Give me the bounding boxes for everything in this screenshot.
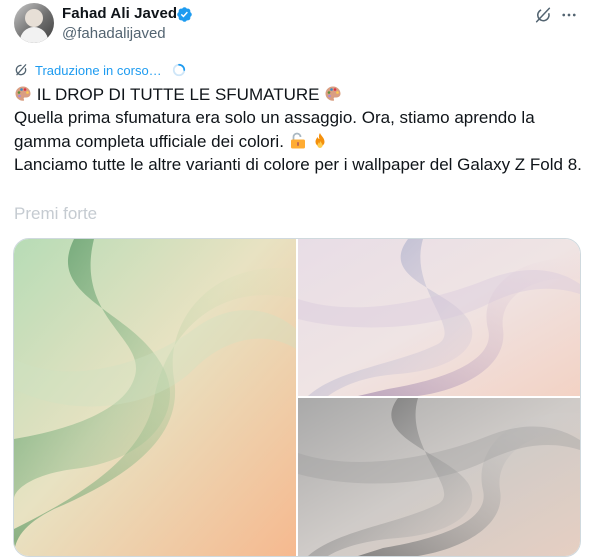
tweet-paragraph-3: Lanciamo tutte le altre varianti di colo… <box>14 155 582 175</box>
media-grid <box>13 238 581 557</box>
translation-label[interactable]: Traduzione in corso… <box>35 63 162 78</box>
loading-spinner-icon <box>172 63 185 77</box>
display-name[interactable]: Fahad Ali Javed <box>62 5 177 22</box>
artist-palette-emoji-icon <box>14 85 32 103</box>
verified-badge-icon <box>177 7 192 22</box>
tweet-paragraph-2: Quella prima sfumatura era solo un assag… <box>14 106 584 153</box>
media-image-2[interactable] <box>298 239 580 396</box>
media-image-3[interactable] <box>298 398 580 556</box>
fire-emoji-icon <box>311 132 329 150</box>
tweet-line-1-text: IL DROP DI TUTTE LE SFUMATURE <box>36 85 320 104</box>
wallpaper-lavender-image <box>298 239 580 396</box>
translation-status[interactable]: Traduzione in corso… <box>14 61 186 79</box>
avatar-face <box>25 9 43 27</box>
tweet-paragraph-2-text: Quella prima sfumatura era solo un assag… <box>14 108 535 151</box>
wallpaper-gray-image <box>298 398 580 556</box>
more-icon[interactable] <box>560 6 578 24</box>
tweet-text: IL DROP DI TUTTE LE SFUMATURE Quella pri… <box>14 83 584 177</box>
translate-icon <box>15 64 27 76</box>
show-more-link[interactable]: Premi forte <box>14 204 97 224</box>
grok-icon[interactable] <box>534 6 552 24</box>
avatar[interactable] <box>14 3 54 43</box>
avatar-body <box>20 27 48 43</box>
media-image-1[interactable] <box>14 239 296 556</box>
unlocked-emoji-icon <box>289 132 307 150</box>
tweet-line-1: IL DROP DI TUTTE LE SFUMATURE <box>14 83 584 106</box>
user-handle[interactable]: @fahadalijaved <box>62 25 166 42</box>
artist-palette-emoji-icon <box>324 85 342 103</box>
wallpaper-green-image <box>14 239 296 556</box>
